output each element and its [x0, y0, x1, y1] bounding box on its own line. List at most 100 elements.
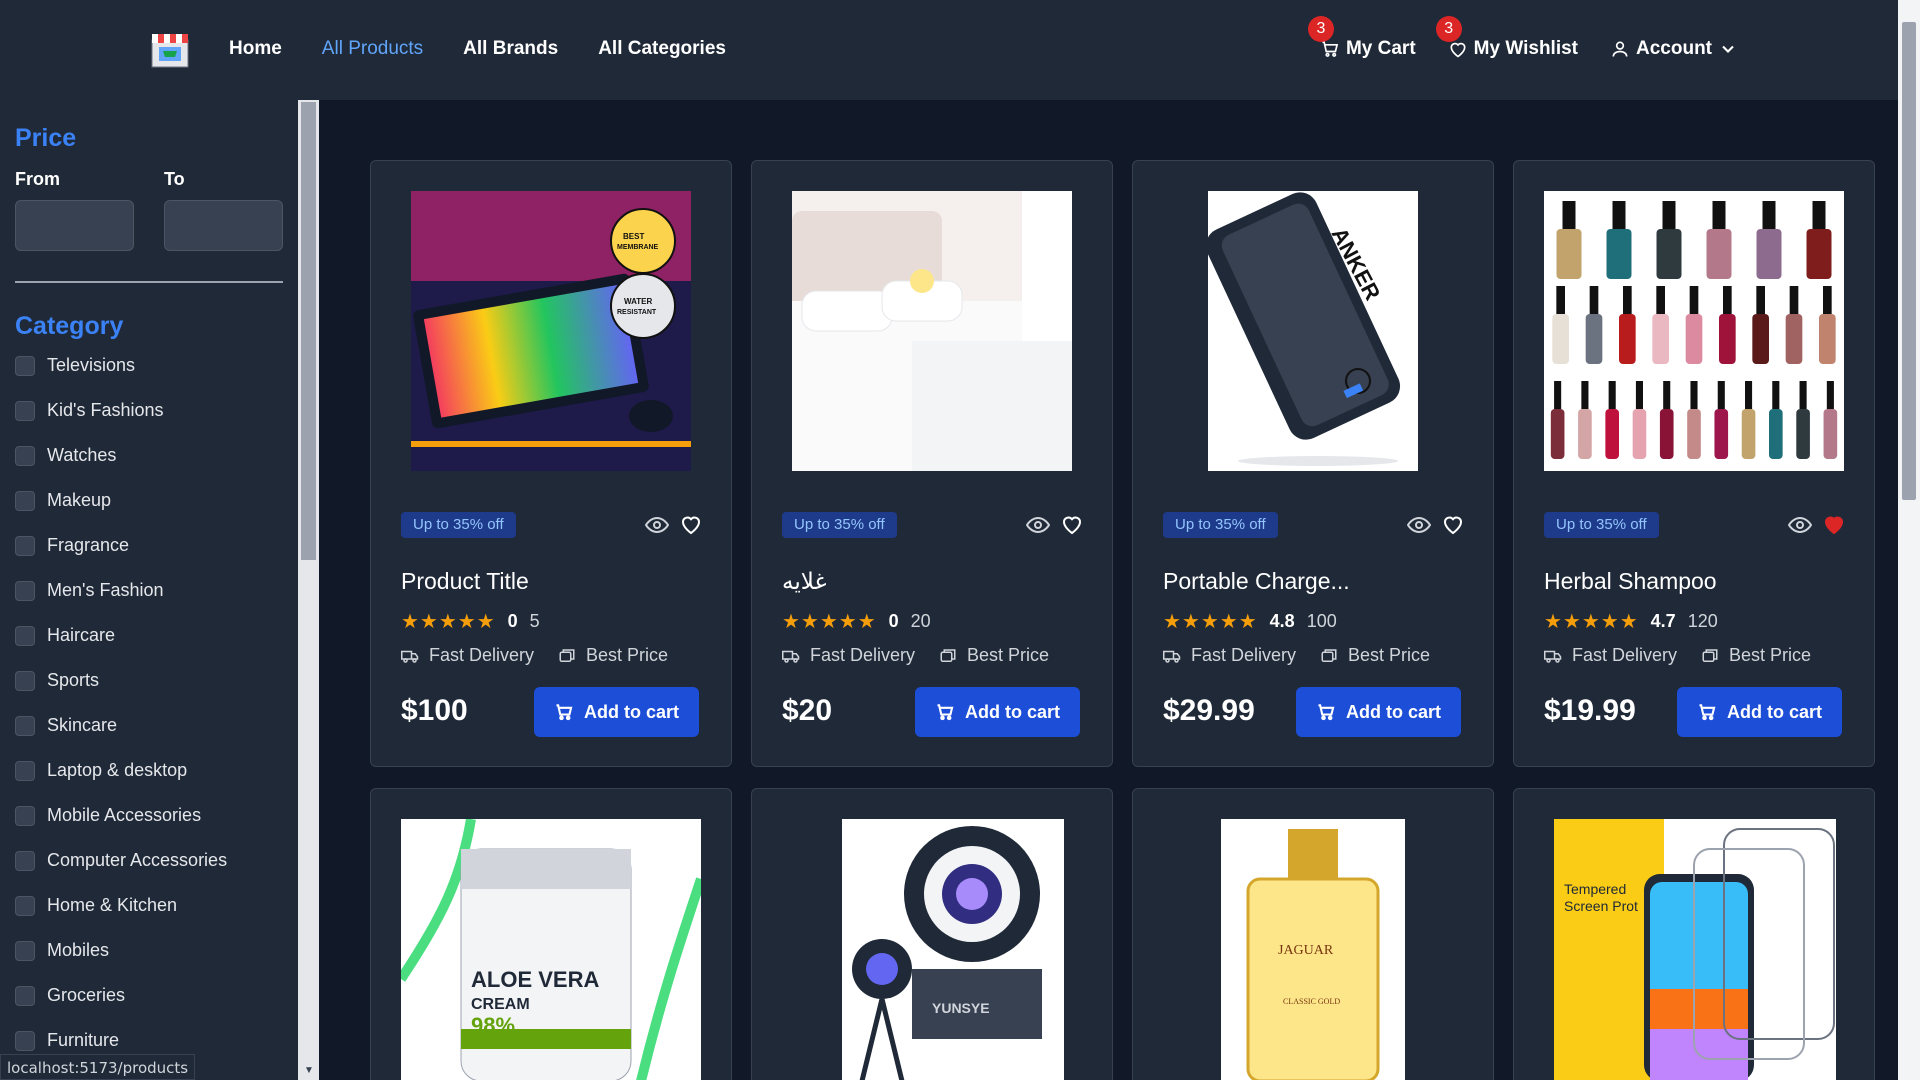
cart-count-badge: 3 — [1307, 16, 1334, 42]
rating-count: 5 — [529, 611, 540, 631]
add-to-cart-button[interactable]: Add to cart — [915, 687, 1080, 737]
product-price: $29.99 — [1163, 694, 1255, 727]
rating-average: 0 — [507, 611, 518, 631]
category-checkbox[interactable] — [15, 580, 35, 601]
category-checkbox[interactable] — [15, 760, 35, 781]
category-item[interactable]: Groceries — [15, 973, 227, 1018]
category-checkbox[interactable] — [15, 670, 35, 691]
quick-view-eye-icon[interactable] — [1788, 513, 1812, 537]
category-checkbox[interactable] — [15, 535, 35, 556]
product-card[interactable]: BEST MEMBRANE WATER RESISTANT Up to 35% off… — [370, 160, 732, 767]
rating-stars-icon: ★★★★★ — [1163, 611, 1258, 633]
category-checkbox[interactable] — [15, 895, 35, 916]
category-item[interactable]: Men's Fashion — [15, 568, 227, 613]
category-item[interactable]: Home & Kitchen — [15, 883, 227, 928]
category-item[interactable]: Skincare — [15, 703, 227, 748]
account-menu[interactable]: Account — [1610, 38, 1738, 60]
product-card[interactable]: ALOE VERA CREAM 98% — [370, 788, 732, 1080]
category-item[interactable]: Computer Accessories — [15, 838, 227, 883]
rating-average: 4.8 — [1269, 611, 1295, 631]
store-logo[interactable] — [149, 30, 191, 70]
nav-all-products[interactable]: All Products — [322, 38, 423, 60]
product-card[interactable]: Up to 35% off غلايه ★★★★★ 0 20 Fast Deli… — [751, 160, 1113, 767]
category-item[interactable]: Haircare — [15, 613, 227, 658]
price-to-input[interactable] — [164, 200, 283, 251]
add-to-cart-button[interactable]: Add to cart — [1677, 687, 1842, 737]
wishlist-label: My Wishlist — [1473, 38, 1578, 59]
category-item[interactable]: Televisions — [15, 343, 227, 388]
product-card[interactable]: ANKER Up to 35% off Portable Charge... ★… — [1132, 160, 1494, 767]
category-checkbox[interactable] — [15, 355, 35, 376]
product-image[interactable]: ALOE VERA CREAM 98% — [401, 819, 701, 1080]
page-scrollbar-thumb[interactable] — [1902, 22, 1916, 500]
category-checkbox[interactable] — [15, 805, 35, 826]
category-item[interactable]: Watches — [15, 433, 227, 478]
category-item[interactable]: Laptop & desktop — [15, 748, 227, 793]
nav-all-categories[interactable]: All Categories — [598, 38, 726, 60]
nav-home[interactable]: Home — [229, 38, 282, 60]
category-checkbox[interactable] — [15, 715, 35, 736]
product-image[interactable]: YUNSYE — [782, 819, 1082, 1080]
quick-view-eye-icon[interactable] — [1407, 513, 1431, 537]
best-price-label: Best Price — [586, 645, 669, 665]
product-image[interactable] — [1544, 191, 1844, 471]
svg-text:YUNSYE: YUNSYE — [932, 1000, 990, 1016]
product-image[interactable] — [782, 191, 1082, 471]
cart-link[interactable]: 3 My Cart — [1307, 16, 1416, 60]
product-card[interactable]: JAGUAR CLASSIC GOLD — [1132, 788, 1494, 1080]
category-label: Televisions — [47, 355, 136, 375]
product-card[interactable]: Up to 35% off Herbal Shampoo ★★★★★ 4.7 1… — [1513, 160, 1875, 767]
wishlist-heart-icon[interactable] — [1822, 512, 1846, 536]
svg-text:Tempered: Tempered — [1564, 881, 1626, 897]
wishlist-heart-icon[interactable] — [1060, 512, 1084, 536]
category-checkbox[interactable] — [15, 850, 35, 871]
scroll-down-arrow-icon[interactable]: ▼ — [304, 1065, 314, 1076]
product-image[interactable]: BEST MEMBRANE WATER RESISTANT — [401, 191, 701, 471]
category-checkbox[interactable] — [15, 625, 35, 646]
product-image[interactable]: Tempered Screen Prot — [1544, 819, 1844, 1080]
category-item[interactable]: Fragrance — [15, 523, 227, 568]
category-checkbox[interactable] — [15, 490, 35, 511]
page-scrollbar[interactable] — [1898, 0, 1920, 1080]
category-item[interactable]: Mobiles — [15, 928, 227, 973]
category-checkbox[interactable] — [15, 940, 35, 961]
product-card[interactable]: Tempered Screen Prot — [1513, 788, 1875, 1080]
category-label: Fragrance — [47, 535, 130, 555]
price-from-input[interactable] — [15, 200, 134, 251]
category-item[interactable]: Sports — [15, 658, 227, 703]
category-checkbox[interactable] — [15, 445, 35, 466]
price-tag-icon — [1702, 648, 1718, 662]
product-features: Fast Delivery Best Price — [401, 645, 668, 666]
nav-all-brands[interactable]: All Brands — [463, 38, 558, 60]
product-image[interactable]: ANKER — [1163, 191, 1463, 471]
category-checkbox[interactable] — [15, 985, 35, 1006]
category-label: Men's Fashion — [47, 580, 164, 600]
product-title[interactable]: غلايه — [782, 568, 826, 595]
category-item[interactable]: Mobile Accessories — [15, 793, 227, 838]
cart-label: My Cart — [1345, 38, 1416, 59]
product-card[interactable]: YUNSYE — [751, 788, 1113, 1080]
add-to-cart-button[interactable]: Add to cart — [1296, 687, 1461, 737]
wishlist-heart-icon[interactable] — [1441, 512, 1465, 536]
add-to-cart-button[interactable]: Add to cart — [534, 687, 699, 737]
product-title[interactable]: Herbal Shampoo — [1544, 568, 1717, 595]
category-list: Televisions Kid's Fashions Watches Makeup Fr… — [15, 343, 227, 1063]
wishlist-heart-icon[interactable] — [679, 512, 703, 536]
product-price: $100 — [401, 694, 468, 727]
rating-count: 20 — [910, 611, 931, 631]
quick-view-eye-icon[interactable] — [1026, 513, 1050, 537]
category-checkbox[interactable] — [15, 400, 35, 421]
product-title[interactable]: Product Title — [401, 568, 529, 595]
sidebar-scrollbar-thumb[interactable] — [301, 102, 316, 560]
product-image[interactable]: JAGUAR CLASSIC GOLD — [1163, 819, 1463, 1080]
svg-text:MEMBRANE: MEMBRANE — [617, 244, 659, 251]
product-rating: ★★★★★ 0 20 — [782, 609, 931, 634]
quick-view-eye-icon[interactable] — [645, 513, 669, 537]
category-item[interactable]: Makeup — [15, 478, 227, 523]
product-title[interactable]: Portable Charge... — [1163, 568, 1350, 595]
category-checkbox[interactable] — [15, 1030, 35, 1051]
wishlist-link[interactable]: 3 My Wishlist — [1435, 16, 1578, 60]
sidebar-scrollbar[interactable]: ▼ — [298, 100, 319, 1080]
filter-sidebar: Price From To Category Televisions Kid's … — [0, 100, 298, 1080]
category-item[interactable]: Kid's Fashions — [15, 388, 227, 433]
